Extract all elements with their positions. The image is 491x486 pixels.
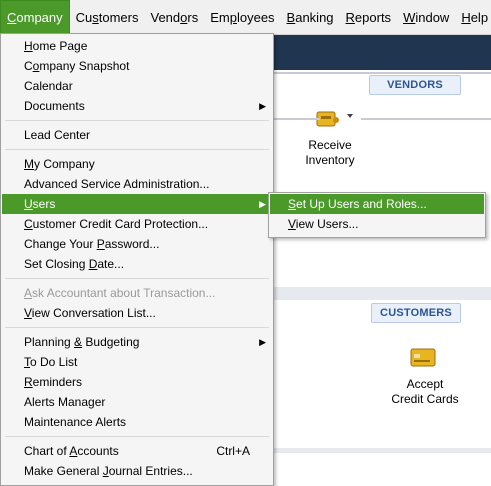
company-menu: Home Page Company Snapshot Calendar Docu… bbox=[0, 33, 274, 486]
menu-item-set-closing-date[interactable]: Set Closing Date... bbox=[2, 254, 272, 274]
section-divider bbox=[270, 287, 491, 300]
menu-separator bbox=[5, 327, 269, 328]
menu-item-make-general-journal-entries[interactable]: Make General Journal Entries... bbox=[2, 461, 272, 481]
menu-bar: Company Cu s tomers Vend o rs Em p loyees Bank… bbox=[0, 0, 491, 35]
menu-item-planning-budgeting[interactable]: Planning & Budgeting ▶ bbox=[2, 332, 272, 352]
menu-item-chart-of-accounts[interactable]: Chart of Accounts Ctrl+A bbox=[2, 441, 272, 461]
menu-separator bbox=[5, 436, 269, 437]
menu-separator bbox=[5, 149, 269, 150]
vendors-badge: VENDORS bbox=[369, 75, 461, 95]
menu-company[interactable]: Company bbox=[0, 0, 70, 34]
menu-separator bbox=[5, 120, 269, 121]
submenu-arrow-icon: ▶ bbox=[259, 199, 266, 209]
menu-customers[interactable]: Cu s tomers bbox=[70, 0, 145, 34]
receive-inventory-label[interactable]: Receive Inventory bbox=[290, 138, 370, 168]
customers-badge: CUSTOMERS bbox=[371, 303, 461, 323]
submenu-arrow-icon: ▶ bbox=[259, 101, 266, 111]
menu-banking[interactable]: Banking bbox=[281, 0, 340, 34]
divider bbox=[270, 72, 491, 74]
menu-reports[interactable]: Reports bbox=[340, 0, 398, 34]
menu-item-advanced-service-administration[interactable]: Advanced Service Administration... bbox=[2, 174, 272, 194]
users-submenu: Set Up Users and Roles... View Users... bbox=[268, 192, 486, 238]
menu-vendors[interactable]: Vend o rs bbox=[145, 0, 205, 34]
menu-separator bbox=[5, 278, 269, 279]
menu-help[interactable]: Help bbox=[455, 0, 491, 34]
menu-item-users[interactable]: Users ▶ bbox=[2, 194, 272, 214]
menu-item-view-conversation-list[interactable]: View Conversation List... bbox=[2, 303, 272, 323]
section-divider bbox=[270, 448, 491, 453]
menu-item-to-do-list[interactable]: To Do List bbox=[2, 352, 272, 372]
menu-employees[interactable]: Em p loyees bbox=[204, 0, 280, 34]
flow-line bbox=[361, 118, 491, 120]
menu-item-alerts-manager[interactable]: Alerts Manager bbox=[2, 392, 272, 412]
submenu-arrow-icon: ▶ bbox=[259, 337, 266, 347]
flow-line bbox=[270, 118, 320, 120]
menu-item-company-snapshot[interactable]: Company Snapshot bbox=[2, 56, 272, 76]
menu-item-maintenance-alerts[interactable]: Maintenance Alerts bbox=[2, 412, 272, 432]
menu-item-calendar[interactable]: Calendar bbox=[2, 76, 272, 96]
menu-item-my-company[interactable]: My Company bbox=[2, 154, 272, 174]
menu-item-change-your-password[interactable]: Change Your Password... bbox=[2, 234, 272, 254]
menu-item-documents[interactable]: Documents ▶ bbox=[2, 96, 272, 116]
menu-item-lead-center[interactable]: Lead Center bbox=[2, 125, 272, 145]
menu-item-ask-accountant: Ask Accountant about Transaction... bbox=[24, 286, 216, 300]
menu-item-reminders[interactable]: Reminders bbox=[2, 372, 272, 392]
menu-item-home-page[interactable]: Home Page bbox=[2, 36, 272, 56]
menu-window[interactable]: Window bbox=[397, 0, 455, 34]
accept-credit-cards-label[interactable]: Accept Credit Cards bbox=[380, 377, 470, 407]
credit-card-icon[interactable] bbox=[409, 347, 437, 369]
shortcut-label: Ctrl+A bbox=[216, 444, 250, 458]
menu-item-view-users[interactable]: View Users... bbox=[270, 214, 484, 234]
menu-item-customer-credit-card-protection[interactable]: Customer Credit Card Protection... bbox=[2, 214, 272, 234]
menu-item-set-up-users-and-roles[interactable]: Set Up Users and Roles... bbox=[270, 194, 484, 214]
